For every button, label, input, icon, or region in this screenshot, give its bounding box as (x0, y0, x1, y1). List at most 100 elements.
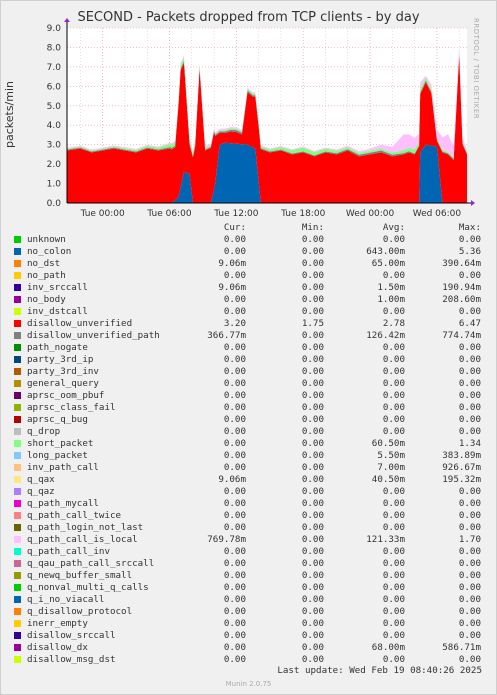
legend-avg: 643.00m (366, 246, 405, 257)
legend-min: 0.00 (301, 450, 324, 461)
legend-max: 0.00 (458, 426, 481, 437)
x-tick-label: Tue 12:00 (213, 209, 258, 219)
legend-cur: 0.00 (223, 234, 246, 245)
legend-cur: 0.00 (223, 570, 246, 581)
legend-avg: 0.00 (382, 354, 405, 365)
legend-row-party_3rd_inv: party_3rd_inv 0.00 0.00 0.00 0.00 (0, 366, 497, 378)
legend-avg: 0.00 (382, 378, 405, 389)
legend-row-q_newq_buffer_small: q_newq_buffer_small 0.00 0.00 0.00 0.00 (0, 570, 497, 582)
legend-avg: 126.42m (366, 330, 405, 341)
legend-name: q_qau_path_call_srccall (27, 558, 155, 569)
legend-avg: 0.00 (382, 570, 405, 581)
legend-swatch (14, 584, 21, 591)
legend-cur: 366.77m (207, 330, 246, 341)
legend-min: 0.00 (301, 414, 324, 425)
legend-min: 0.00 (301, 570, 324, 581)
header-avg: Avg: (382, 222, 405, 233)
legend-row-inv_dstcall: inv_dstcall 0.00 0.00 0.00 0.00 (0, 306, 497, 318)
legend-swatch (14, 524, 21, 531)
legend-avg: 68.00m (371, 642, 405, 653)
legend-max: 0.00 (458, 270, 481, 281)
legend-avg: 0.00 (382, 402, 405, 413)
y-tick-label: 7.0 (47, 63, 62, 73)
legend-swatch (14, 476, 21, 483)
legend-max: 0.00 (458, 606, 481, 617)
legend-swatch (14, 392, 21, 399)
legend-min: 0.00 (301, 618, 324, 629)
legend-name: party_3rd_inv (27, 366, 99, 377)
legend-cur: 0.00 (223, 306, 246, 317)
x-tick-label: Tue 06:00 (146, 209, 191, 219)
legend-name: q_qaz (27, 486, 55, 497)
legend-max: 0.00 (458, 402, 481, 413)
legend-swatch (14, 620, 21, 627)
legend-name: disallow_unverified (27, 318, 133, 329)
legend-avg: 0.00 (382, 654, 405, 665)
legend-row-inerr_empty: inerr_empty 0.00 0.00 0.00 0.00 (0, 618, 497, 630)
legend-name: inv_path_call (27, 462, 99, 473)
legend-avg: 121.33m (366, 534, 405, 545)
legend-swatch (14, 560, 21, 567)
legend-min: 0.00 (301, 582, 324, 593)
legend-swatch (14, 368, 21, 375)
x-tick-label: Wed 06:00 (413, 209, 462, 219)
legend-avg: 0.00 (382, 426, 405, 437)
legend-min: 0.00 (301, 234, 324, 245)
legend-row-no_path: no_path 0.00 0.00 0.00 0.00 (0, 270, 497, 282)
y-tick-label: 6.0 (47, 82, 62, 92)
legend-row-inv_srccall: inv_srccall 9.06m 0.00 1.50m 190.94m (0, 282, 497, 294)
y-axis-arrow (64, 18, 70, 22)
legend-cur: 0.00 (223, 510, 246, 521)
legend-name: disallow_unverified_path (27, 330, 160, 341)
legend-name: no_colon (27, 246, 72, 257)
legend-min: 0.00 (301, 270, 324, 281)
legend-row-q_nonval_multi_q_calls: q_nonval_multi_q_calls 0.00 0.00 0.00 0.00 (0, 582, 497, 594)
legend-name: inerr_empty (27, 618, 88, 629)
legend-row-aprsc_oom_pbuf: aprsc_oom_pbuf 0.00 0.00 0.00 0.00 (0, 390, 497, 402)
legend-row-q_disallow_protocol: q_disallow_protocol 0.00 0.00 0.00 0.00 (0, 606, 497, 618)
legend-row-q_path_mycall: q_path_mycall 0.00 0.00 0.00 0.00 (0, 498, 497, 510)
legend-name: aprsc_class_fail (27, 402, 116, 413)
legend-row-disallow_unverified_path: disallow_unverified_path 366.77m 0.00 126.4… (0, 330, 497, 342)
y-tick-labels: 0.0 1.0 2.0 3.0 4.0 5.0 6.0 7.0 8.0 9.0 (47, 24, 62, 209)
legend-swatch (14, 320, 21, 327)
legend-min: 0.00 (301, 390, 324, 401)
legend-avg: 40.50m (371, 474, 405, 485)
legend-name: party_3rd_ip (27, 354, 94, 365)
legend-min: 0.00 (301, 330, 324, 341)
legend-name: q_newq_buffer_small (27, 570, 133, 581)
legend-name: long_packet (27, 450, 88, 461)
legend-swatch (14, 344, 21, 351)
legend-min: 0.00 (301, 606, 324, 617)
legend-row-q_qax: q_qax 9.06m 0.00 40.50m 195.32m (0, 474, 497, 486)
legend-min: 0.00 (301, 654, 324, 665)
legend-row-disallow_unverified: disallow_unverified 3.20 1.75 2.78 6.47 (0, 318, 497, 330)
legend-swatch (14, 632, 21, 639)
legend-name: inv_dstcall (27, 306, 88, 317)
legend-row-disallow_srccall: disallow_srccall 0.00 0.00 0.00 0.00 (0, 630, 497, 642)
legend-avg: 5.50m (377, 450, 405, 461)
legend-avg: 0.00 (382, 630, 405, 641)
legend-row-general_query: general_query 0.00 0.00 0.00 0.00 (0, 378, 497, 390)
legend-swatch (14, 596, 21, 603)
legend-header: Cur: Min: Avg: Max: (0, 222, 497, 234)
x-tick-labels: Tue 00:00 Tue 06:00 Tue 12:00 Tue 18:00 Wed … (80, 209, 462, 219)
legend-cur: 0.00 (223, 522, 246, 533)
legend-swatch (14, 512, 21, 519)
legend-max: 0.00 (458, 582, 481, 593)
legend-swatch (14, 356, 21, 363)
legend-max: 208.60m (442, 294, 481, 305)
legend-swatch (14, 248, 21, 255)
legend-cur: 0.00 (223, 558, 246, 569)
legend-avg: 1.00m (377, 294, 405, 305)
legend-swatch (14, 548, 21, 555)
legend-cur: 0.00 (223, 462, 246, 473)
legend-cur: 0.00 (223, 630, 246, 641)
legend-swatch (14, 500, 21, 507)
x-axis-arrow (471, 200, 475, 206)
legend-max: 0.00 (458, 558, 481, 569)
legend-max: 0.00 (458, 618, 481, 629)
legend-row-q_i_no_viacall: q_i_no_viacall 0.00 0.00 0.00 0.00 (0, 594, 497, 606)
legend-avg: 0.00 (382, 366, 405, 377)
legend-name: q_path_mycall (27, 498, 99, 509)
